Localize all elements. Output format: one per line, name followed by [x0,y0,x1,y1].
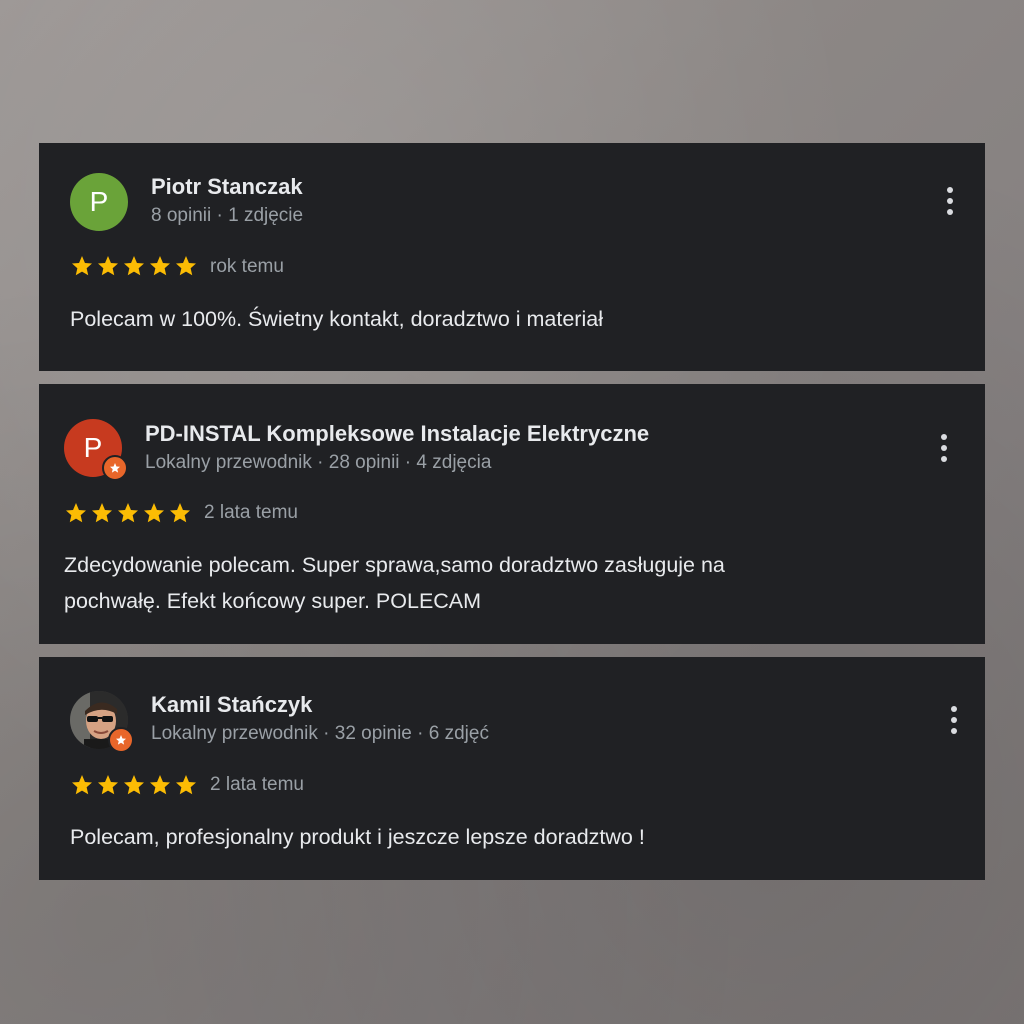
menu-dot [951,717,957,723]
reviewer-name[interactable]: Piotr Stanczak [151,174,303,200]
review-card: P PD-INSTAL Kompleksowe Instalacje Elekt… [39,384,985,644]
menu-dot [941,456,947,462]
rating-stars [64,501,192,525]
reviewer-meta: Lokalny przewodnik · 32 opinie · 6 zdjęć [151,723,489,744]
menu-dot [947,187,953,193]
review-date: 2 lata temu [204,502,298,523]
star-icon [96,254,120,278]
review-text: Polecam, profesjonalny produkt i jeszcze… [70,825,645,849]
star-icon [174,254,198,278]
review-text: Zdecydowanie polecam. Super sprawa,samo … [64,547,944,619]
more-vert-icon[interactable] [932,430,956,466]
star-icon [116,501,140,525]
rating-stars [70,773,198,797]
star-icon [148,773,172,797]
avatar[interactable]: P [70,173,128,231]
reviewer-meta: 8 opinii · 1 zdjęcie [151,205,304,226]
menu-dot [947,209,953,215]
star-icon [64,501,88,525]
review-date: 2 lata temu [210,774,304,795]
review-card: Kamil Stańczyk Lokalny przewodnik · 32 o… [39,657,985,880]
menu-dot [941,434,947,440]
avatar-letter: P [89,186,109,217]
star-icon [96,773,120,797]
star-icon [122,773,146,797]
reviewer-name[interactable]: Kamil Stańczyk [151,692,312,718]
star-icon [168,501,192,525]
rating-stars [70,254,198,278]
menu-dot [951,728,957,734]
local-guide-star-icon [102,455,128,481]
more-vert-icon[interactable] [938,183,962,219]
review-text-line: pochwałę. Efekt końcowy super. POLECAM [64,589,482,613]
avatar-letter: P [83,432,103,463]
star-icon [148,254,172,278]
star-icon [70,254,94,278]
menu-dot [941,445,947,451]
local-guide-star-icon [108,727,134,753]
review-date: rok temu [210,256,284,277]
review-text-line: Zdecydowanie polecam. Super sprawa,samo … [64,553,725,577]
star-icon [174,773,198,797]
star-icon [90,501,114,525]
more-vert-icon[interactable] [942,702,966,738]
review-card: P Piotr Stanczak 8 opinii · 1 zdjęcie ro… [39,143,985,371]
review-text: Polecam w 100%. Świetny kontakt, doradzt… [70,307,603,331]
avatar[interactable] [70,691,134,753]
reviewer-meta: Lokalny przewodnik · 28 opinii · 4 zdjęc… [145,452,492,473]
star-icon [70,773,94,797]
reviewer-name[interactable]: PD-INSTAL Kompleksowe Instalacje Elektry… [145,421,649,447]
avatar[interactable]: P [64,419,128,481]
star-icon [142,501,166,525]
star-icon [122,254,146,278]
menu-dot [947,198,953,204]
menu-dot [951,706,957,712]
